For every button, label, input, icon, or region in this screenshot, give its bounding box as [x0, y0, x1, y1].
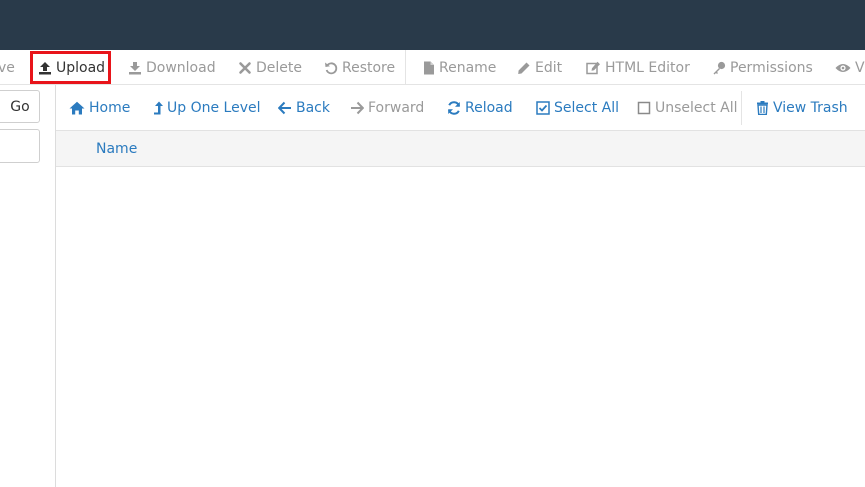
- directory-tree-box[interactable]: [0, 129, 40, 163]
- home-button[interactable]: Home: [69, 87, 130, 129]
- view-button[interactable]: Vi: [835, 50, 865, 85]
- file-icon: [423, 61, 439, 75]
- reload-label: Reload: [465, 100, 513, 116]
- up-one-level-button[interactable]: Up One Level: [153, 87, 261, 129]
- directory-panel: Go: [0, 85, 56, 487]
- select-all-label: Select All: [554, 100, 619, 116]
- go-button[interactable]: Go: [0, 90, 40, 123]
- eye-icon: [835, 61, 855, 75]
- delete-label: Delete: [256, 59, 302, 76]
- checkbox-empty-icon: [637, 101, 655, 115]
- download-label: Download: [146, 59, 216, 76]
- html-editor-label: HTML Editor: [605, 59, 690, 76]
- upload-highlight-box: [30, 51, 111, 84]
- top-header-bar: [0, 0, 865, 50]
- navbar-divider: [741, 91, 742, 125]
- arrow-right-icon: [350, 101, 368, 115]
- unselect-all-label: Unselect All: [655, 100, 738, 116]
- restore-label: Restore: [342, 59, 396, 76]
- trash-icon: [756, 101, 773, 115]
- view-trash-button[interactable]: View Trash: [756, 87, 848, 129]
- permissions-label: Permissions: [730, 59, 813, 76]
- pencil-icon: [517, 61, 535, 75]
- level-up-icon: [153, 101, 167, 116]
- view-trash-label: View Trash: [773, 100, 848, 116]
- download-icon: [128, 61, 146, 75]
- select-all-button[interactable]: Select All: [536, 87, 619, 129]
- delete-icon: [238, 61, 256, 75]
- toolbar-divider: [405, 50, 406, 85]
- move-button[interactable]: ve: [0, 50, 15, 85]
- view-label: Vi: [855, 59, 865, 76]
- edit-button[interactable]: Edit: [517, 50, 562, 85]
- permissions-button[interactable]: Permissions: [712, 50, 813, 85]
- file-toolbar: ve Upload Download Delete Restore Rename: [0, 50, 865, 85]
- edit-label: Edit: [535, 59, 563, 76]
- unselect-all-button[interactable]: Unselect All: [637, 87, 738, 129]
- home-label: Home: [89, 100, 131, 116]
- refresh-icon: [447, 101, 465, 115]
- back-label: Back: [296, 100, 330, 116]
- forward-label: Forward: [368, 100, 425, 116]
- download-button[interactable]: Download: [128, 50, 216, 85]
- delete-button[interactable]: Delete: [238, 50, 302, 85]
- key-icon: [712, 61, 730, 75]
- name-column-header[interactable]: Name: [96, 131, 137, 166]
- restore-icon: [324, 61, 342, 75]
- html-editor-button[interactable]: HTML Editor: [586, 50, 690, 85]
- rename-label: Rename: [439, 59, 497, 76]
- file-list-area: [56, 167, 865, 487]
- navigation-bar: Home Up One Level Back Forward Reload Se…: [56, 87, 865, 129]
- arrow-left-icon: [278, 101, 296, 115]
- file-table-header: Name: [56, 130, 865, 167]
- back-button[interactable]: Back: [278, 87, 330, 129]
- restore-button[interactable]: Restore: [324, 50, 395, 85]
- html-editor-icon: [586, 61, 605, 75]
- home-icon: [69, 101, 89, 115]
- checkbox-checked-icon: [536, 101, 554, 115]
- move-label: ve: [0, 59, 15, 76]
- go-label: Go: [10, 98, 30, 115]
- rename-button[interactable]: Rename: [423, 50, 496, 85]
- reload-button[interactable]: Reload: [447, 87, 513, 129]
- forward-button[interactable]: Forward: [350, 87, 424, 129]
- up-one-level-label: Up One Level: [167, 100, 261, 116]
